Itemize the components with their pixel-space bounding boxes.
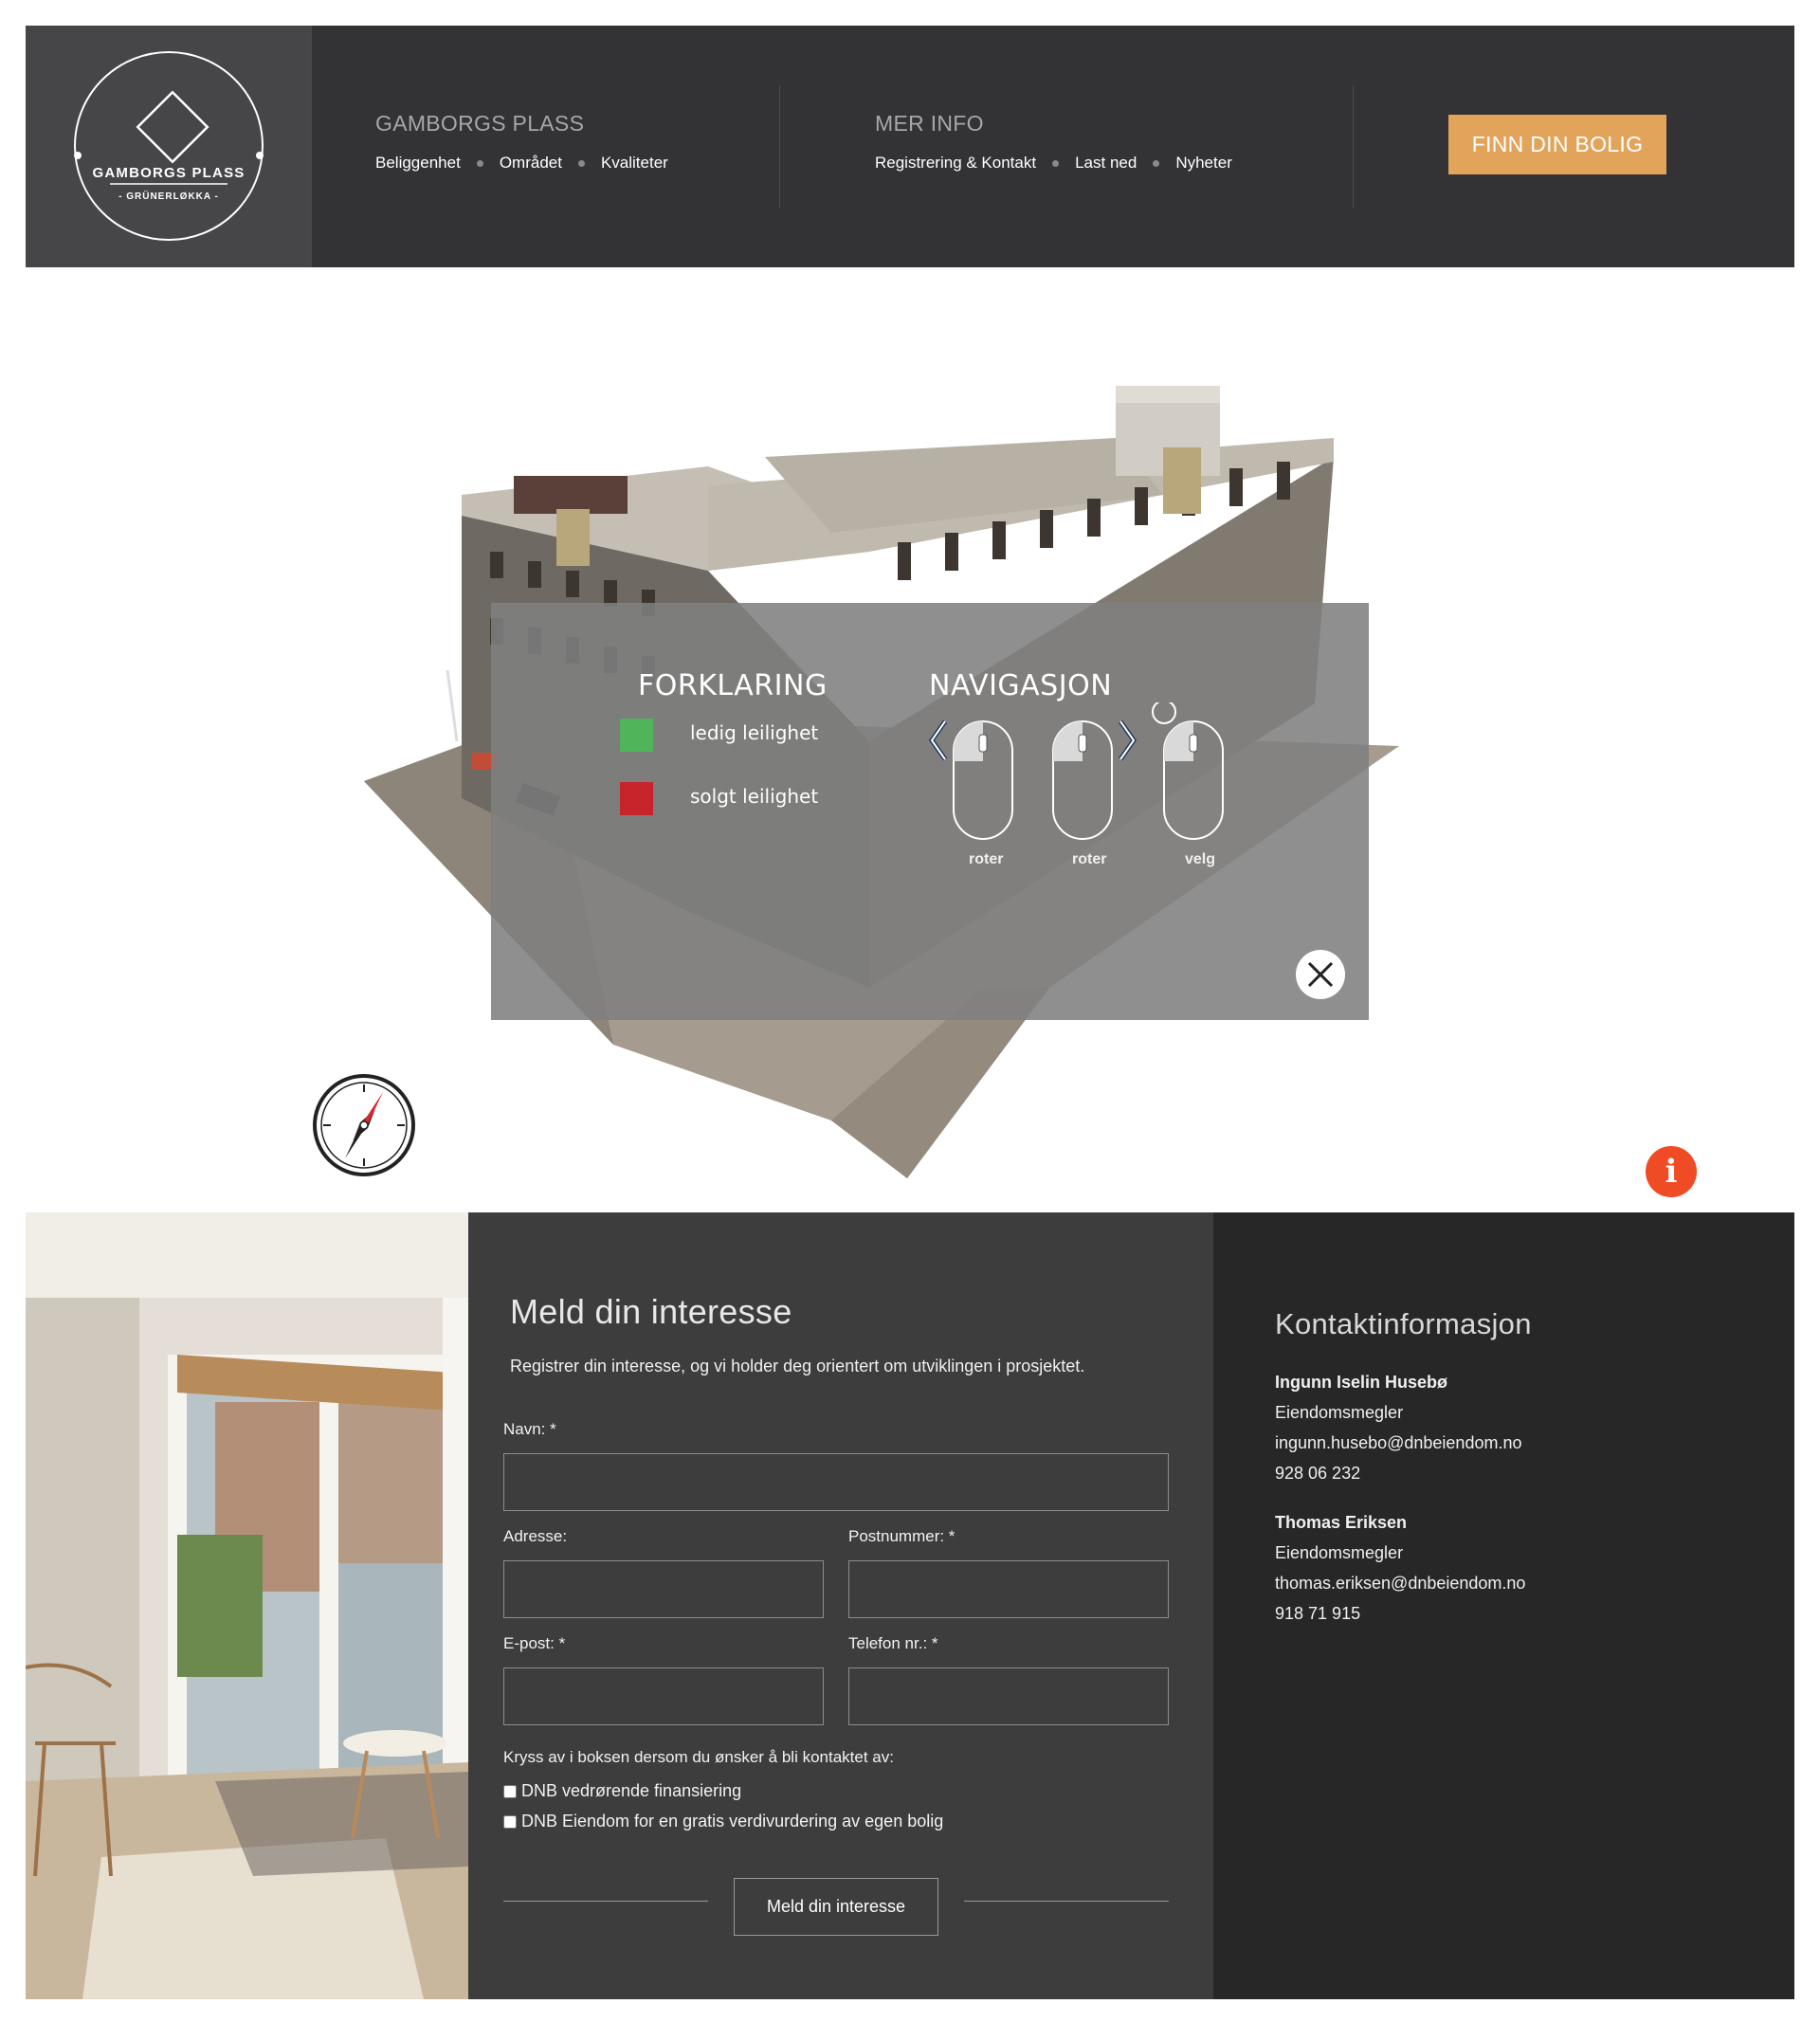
- legend-overlay: FORKLARING ledig leilighet solgt leiligh…: [491, 603, 1369, 1020]
- contact-title: Kontaktinformasjon: [1275, 1307, 1532, 1340]
- nav-separator-dot: [476, 159, 483, 167]
- close-icon: [1307, 961, 1334, 988]
- info-button[interactable]: i: [1646, 1146, 1697, 1197]
- contact-info: Kontaktinformasjon Ingunn Iselin Husebø …: [1213, 1212, 1794, 1999]
- nav-link-beliggenhet[interactable]: Beliggenhet: [375, 154, 461, 173]
- checkbox-intro: Kryss av i boksen dersom du ønsker å bli…: [503, 1748, 894, 1766]
- email-label: E-post: *: [503, 1634, 566, 1652]
- sold-swatch: [620, 782, 653, 815]
- email-input[interactable]: [503, 1667, 824, 1725]
- contact-name: Thomas Eriksen: [1275, 1513, 1408, 1532]
- nav-separator-dot: [1052, 159, 1060, 167]
- divider-line: [964, 1901, 1169, 1902]
- nav-caption-roter: roter: [1072, 851, 1107, 867]
- contact-role: Eiendomsmegler: [1275, 1543, 1404, 1562]
- contact-email-link[interactable]: ingunn.husebo@dnbeiendom.no: [1275, 1433, 1521, 1453]
- nav-group-title[interactable]: GAMBORGS PLASS: [375, 111, 668, 137]
- nav-caption-velg: velg: [1185, 851, 1216, 867]
- nav-link-kvaliteter[interactable]: Kvaliteter: [601, 154, 668, 173]
- nav-group-title[interactable]: MER INFO: [875, 111, 1232, 137]
- form-title: Meld din interesse: [510, 1292, 792, 1331]
- close-legend-button[interactable]: [1296, 950, 1345, 999]
- contact-email-link[interactable]: thomas.eriksen@dnbeiendom.no: [1275, 1574, 1525, 1594]
- address-input[interactable]: [503, 1560, 824, 1618]
- legend-title: FORKLARING: [638, 669, 828, 702]
- financing-checkbox[interactable]: [503, 1784, 517, 1798]
- contact-name: Ingunn Iselin Husebø: [1275, 1373, 1448, 1392]
- logo-subtitle: - GRÜNERLØKKA -: [118, 191, 219, 202]
- postal-label: Postnummer: *: [848, 1527, 956, 1545]
- phone-label: Telefon nr.: *: [848, 1634, 938, 1652]
- nav-group-mer-info: MER INFO Registrering & Kontakt Last ned…: [875, 111, 1232, 173]
- available-swatch: [620, 719, 653, 752]
- valuation-option[interactable]: DNB Eiendom for en gratis verdivurdering…: [503, 1812, 943, 1831]
- valuation-label: DNB Eiendom for en gratis verdivurdering…: [521, 1812, 944, 1831]
- postal-input[interactable]: [848, 1560, 1169, 1618]
- name-input[interactable]: [503, 1453, 1169, 1511]
- header-divider: [779, 85, 780, 209]
- interest-section: Meld din interesse Registrer din interes…: [26, 1212, 1794, 1999]
- nav-group-gamborgs-plass: GAMBORGS PLASS Beliggenhet Området Kvali…: [375, 111, 668, 173]
- compass-icon[interactable]: [312, 1073, 416, 1177]
- nav-link-omradet[interactable]: Området: [500, 154, 562, 173]
- logo-emblem-icon: [74, 51, 264, 241]
- nav-link-registrering[interactable]: Registrering & Kontakt: [875, 154, 1036, 173]
- interest-form: Meld din interesse Registrer din interes…: [468, 1212, 1213, 1999]
- header-divider: [1353, 85, 1354, 209]
- contact-phone-link[interactable]: 918 71 915: [1275, 1604, 1360, 1624]
- building-3d-viewer[interactable]: FORKLARING ledig leilighet solgt leiligh…: [26, 267, 1794, 1212]
- site-header: GAMBORGS PLASS - GRÜNERLØKKA - GAMBORGS …: [26, 26, 1794, 267]
- logo-title: GAMBORGS PLASS: [92, 165, 246, 181]
- financing-option[interactable]: DNB vedrørende finansiering: [503, 1781, 741, 1801]
- apartment-interior-image: [26, 1212, 468, 1999]
- submit-interest-button[interactable]: Meld din interesse: [734, 1878, 938, 1936]
- mouse-navigation-icons: [928, 702, 1224, 840]
- phone-input[interactable]: [848, 1667, 1169, 1725]
- legend-label-available: ledig leilighet: [690, 721, 819, 744]
- navigation-title: NAVIGASJON: [929, 669, 1113, 702]
- contact-phone-link[interactable]: 928 06 232: [1275, 1464, 1360, 1484]
- financing-label: DNB vedrørende finansiering: [521, 1781, 742, 1800]
- valuation-checkbox[interactable]: [503, 1814, 517, 1829]
- logo[interactable]: GAMBORGS PLASS - GRÜNERLØKKA -: [26, 26, 312, 267]
- nav-caption-roter: roter: [969, 851, 1004, 867]
- nav-link-last-ned[interactable]: Last ned: [1075, 154, 1137, 173]
- legend-label-sold: solgt leilighet: [690, 785, 819, 808]
- name-label: Navn: *: [503, 1420, 556, 1438]
- divider-line: [503, 1901, 708, 1902]
- nav-separator-dot: [577, 159, 585, 167]
- nav-separator-dot: [1153, 159, 1160, 167]
- address-label: Adresse:: [503, 1527, 568, 1545]
- form-intro: Registrer din interesse, og vi holder de…: [510, 1357, 1085, 1375]
- contact-role: Eiendomsmegler: [1275, 1403, 1404, 1422]
- finn-din-bolig-button[interactable]: FINN DIN BOLIG: [1448, 115, 1666, 174]
- nav-link-nyheter[interactable]: Nyheter: [1175, 154, 1232, 173]
